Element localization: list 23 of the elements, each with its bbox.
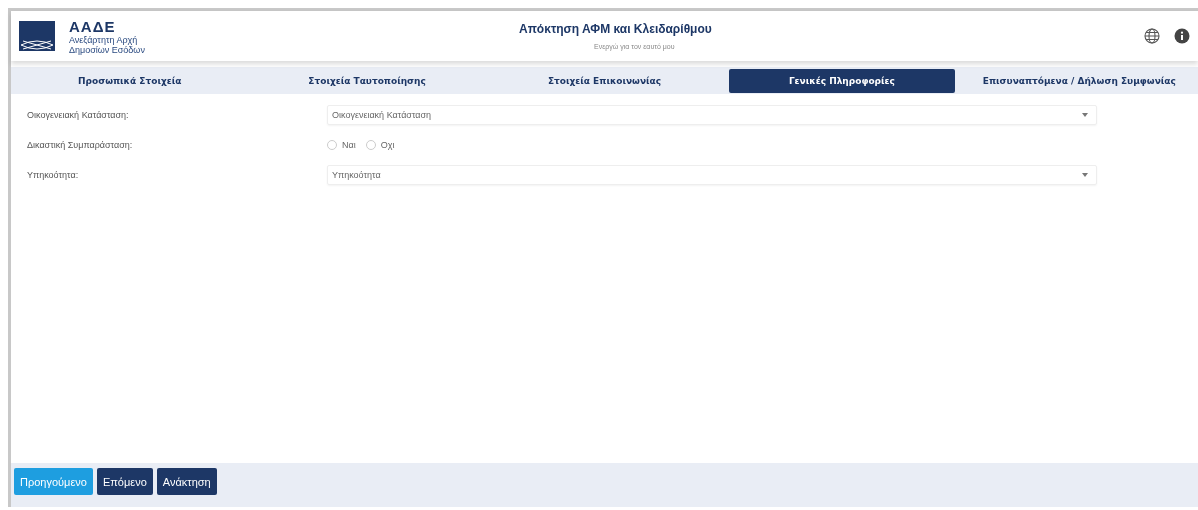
radio-option[interactable]: Οχι: [365, 140, 395, 150]
radio-option[interactable]: Ναι: [327, 140, 356, 150]
caret-icon: [1082, 113, 1088, 117]
info-icon[interactable]: [1174, 28, 1190, 44]
caret-icon: [1082, 173, 1088, 177]
field-label: Δικαστική Συμπαράσταση:: [27, 140, 134, 150]
tab[interactable]: Γενικές Πληροφορίες: [729, 68, 955, 93]
logo-icon: [19, 21, 55, 51]
logo-subtitle: Δημοσίων Εσόδων: [69, 44, 145, 55]
field-label: Οικογενειακή Κατάσταση:: [27, 110, 130, 120]
dropdown-field[interactable]: Υπηκοότητα: [327, 165, 1097, 185]
field-label: Υπηκοότητα:: [27, 170, 80, 180]
tab[interactable]: Στοιχεία Ταυτοποίησης: [254, 68, 480, 93]
tab[interactable]: Στοιχεία Επικοινωνίας: [491, 68, 718, 93]
globe-icon[interactable]: [1144, 28, 1160, 44]
tab[interactable]: Προσωπικά Στοιχεία: [17, 68, 243, 93]
dropdown-field[interactable]: Οικογενειακή Κατάσταση: [327, 105, 1097, 125]
nav-button[interactable]: Επόμενο: [96, 468, 153, 495]
tab[interactable]: Επισυναπτόμενα / Δήλωση Συμφωνίας: [966, 68, 1192, 93]
page-title: Απόκτηση ΑΦΜ και Κλειδαρίθμου: [519, 22, 713, 36]
nav-button[interactable]: Ανάκτηση: [156, 468, 217, 495]
logo-title: ΑΑΔΕ: [69, 17, 117, 35]
logo-subtitle: Ανεξάρτητη Αρχή: [69, 34, 138, 45]
